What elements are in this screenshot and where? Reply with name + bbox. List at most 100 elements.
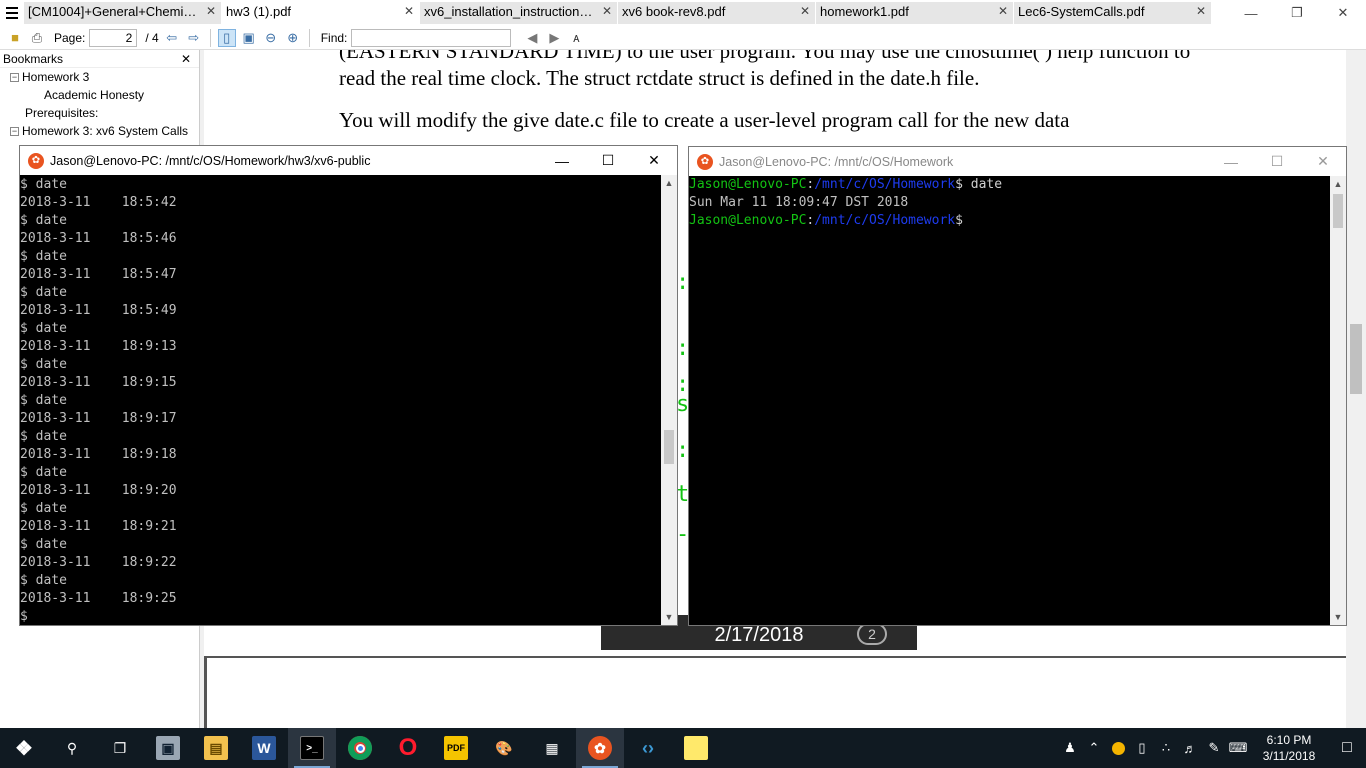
minimize-button[interactable]: — bbox=[1228, 0, 1274, 26]
tab-xv6-installation[interactable]: xv6_installation_instructions (... ✕ bbox=[420, 2, 617, 24]
app-sticky-notes[interactable] bbox=[672, 728, 720, 768]
fit-width-icon[interactable]: ▣ bbox=[240, 29, 258, 47]
bookmark-xv6-system-calls[interactable]: − Homework 3: xv6 System Calls bbox=[0, 122, 199, 140]
maximize-button[interactable]: ☐ bbox=[585, 146, 631, 175]
tab-lec6-systemcalls[interactable]: Lec6-SystemCalls.pdf ✕ bbox=[1014, 2, 1211, 24]
scroll-up-icon[interactable]: ▲ bbox=[661, 175, 677, 191]
close-button[interactable]: ✕ bbox=[1300, 147, 1346, 176]
tab-homework1[interactable]: homework1.pdf ✕ bbox=[816, 2, 1013, 24]
page-border bbox=[204, 656, 1346, 658]
doc-paragraph: You will modify the give date.c file to … bbox=[339, 108, 1070, 132]
maximize-button[interactable]: ☐ bbox=[1254, 147, 1300, 176]
windows-icon: ❖ bbox=[15, 737, 33, 760]
close-icon[interactable]: ✕ bbox=[181, 52, 191, 66]
prev-page-icon[interactable]: ⇦ bbox=[163, 29, 181, 47]
task-view-button[interactable]: ❐ bbox=[96, 728, 144, 768]
terminal-output[interactable]: $ date 2018-3-11 18:5:42 $ date 2018-3-11 1… bbox=[20, 176, 661, 625]
app-photos[interactable]: ▣ bbox=[144, 728, 192, 768]
scrollbar-thumb[interactable] bbox=[664, 430, 674, 464]
zoom-out-icon[interactable]: ⊖ bbox=[262, 29, 280, 47]
next-page-icon[interactable]: ⇨ bbox=[185, 29, 203, 47]
bookmark-prerequisites[interactable]: Prerequisites: bbox=[0, 104, 199, 122]
bookmarks-title: Bookmarks bbox=[3, 51, 64, 66]
terminal-line: $ date bbox=[20, 429, 67, 444]
tab-xv6-book[interactable]: xv6 book-rev8.pdf ✕ bbox=[618, 2, 815, 24]
bookmark-academic-honesty[interactable]: Academic Honesty bbox=[0, 86, 199, 104]
chrome-tray-icon[interactable] bbox=[1106, 728, 1130, 768]
print-icon[interactable]: ⎙ bbox=[28, 29, 46, 47]
title-bar[interactable]: ✿ Jason@Lenovo-PC: /mnt/c/OS/Homework — … bbox=[689, 147, 1346, 176]
document-scrollbar[interactable] bbox=[1346, 50, 1366, 728]
close-icon[interactable]: ✕ bbox=[602, 4, 612, 18]
collapse-icon[interactable]: − bbox=[10, 73, 19, 83]
app-terminal[interactable]: >_ bbox=[288, 728, 336, 768]
minimize-button[interactable]: — bbox=[1208, 147, 1254, 176]
terminal-window-xv6[interactable]: ✿ Jason@Lenovo-PC: /mnt/c/OS/Homework/hw… bbox=[19, 145, 678, 626]
close-icon[interactable]: ✕ bbox=[1196, 4, 1206, 18]
scroll-down-icon[interactable]: ▼ bbox=[661, 609, 677, 625]
title-bar[interactable]: ✿ Jason@Lenovo-PC: /mnt/c/OS/Homework/hw… bbox=[20, 146, 677, 175]
keyboard-icon[interactable]: ⌨ bbox=[1226, 728, 1250, 768]
start-button[interactable]: ❖ bbox=[0, 728, 48, 768]
close-icon[interactable]: ✕ bbox=[206, 4, 216, 18]
tab-hw3-pdf[interactable]: hw3 (1).pdf ✕ bbox=[222, 2, 419, 24]
menu-icon[interactable] bbox=[0, 0, 24, 26]
restore-button[interactable]: ❐ bbox=[1274, 0, 1320, 26]
app-word[interactable]: W bbox=[240, 728, 288, 768]
scroll-down-icon[interactable]: ▼ bbox=[1330, 609, 1346, 625]
chevron-up-icon[interactable]: ⌃ bbox=[1082, 728, 1106, 768]
bookmark-homework-3[interactable]: − Homework 3 bbox=[0, 68, 199, 86]
terminal-output[interactable]: Jason@Lenovo-PC:/mnt/c/OS/Homework$ date… bbox=[689, 176, 1330, 625]
pen-icon[interactable]: ✎ bbox=[1202, 728, 1226, 768]
close-button[interactable]: ✕ bbox=[631, 146, 677, 175]
terminal-line: $ date bbox=[20, 537, 67, 552]
terminal-line: Sun Mar 11 18:09:47 DST 2018 bbox=[689, 195, 909, 210]
terminal-line: $ date bbox=[20, 213, 67, 228]
fit-page-icon[interactable]: ▯ bbox=[217, 28, 236, 47]
battery-icon[interactable]: ▯ bbox=[1130, 728, 1154, 768]
close-button[interactable]: ✕ bbox=[1320, 0, 1366, 26]
app-vscode[interactable]: ‹› bbox=[624, 728, 672, 768]
word-icon: W bbox=[252, 736, 276, 760]
terminal-icon: >_ bbox=[300, 736, 324, 760]
find-prev-icon[interactable]: ◀ bbox=[523, 29, 541, 47]
volume-icon[interactable]: ♬ bbox=[1178, 728, 1202, 768]
search-button[interactable]: ⚲ bbox=[48, 728, 96, 768]
page-number-input[interactable] bbox=[89, 28, 138, 47]
app-opera[interactable]: O bbox=[384, 728, 432, 768]
find-next-icon[interactable]: ▶ bbox=[545, 29, 563, 47]
terminal-line: 2018-3-11 18:5:46 bbox=[20, 231, 177, 246]
notifications-icon[interactable]: □ bbox=[1328, 728, 1366, 768]
open-icon[interactable]: ■ bbox=[6, 29, 24, 47]
people-icon[interactable]: ♟ bbox=[1058, 728, 1082, 768]
search-icon: ⚲ bbox=[66, 739, 78, 756]
wifi-icon[interactable]: ∴ bbox=[1154, 728, 1178, 768]
terminal-scrollbar[interactable]: ▲ ▼ bbox=[1330, 176, 1346, 625]
app-chrome[interactable] bbox=[336, 728, 384, 768]
app-ubuntu[interactable]: ✿ bbox=[576, 728, 624, 768]
terminal-scrollbar[interactable]: ▲ ▼ bbox=[661, 175, 677, 625]
clock[interactable]: 6:10 PM 3/11/2018 bbox=[1250, 732, 1328, 764]
terminal-line: $ date bbox=[20, 465, 67, 480]
app-paint[interactable]: 🎨 bbox=[480, 728, 528, 768]
app-file-explorer[interactable]: ▤ bbox=[192, 728, 240, 768]
match-case-icon[interactable]: ᴀ bbox=[567, 29, 585, 47]
window-controls: — ☐ ✕ bbox=[539, 146, 677, 175]
zoom-in-icon[interactable]: ⊕ bbox=[284, 29, 302, 47]
collapse-icon[interactable]: − bbox=[10, 127, 19, 137]
terminal-window-homework[interactable]: ✿ Jason@Lenovo-PC: /mnt/c/OS/Homework — … bbox=[688, 146, 1347, 626]
scrollbar-thumb[interactable] bbox=[1333, 194, 1343, 228]
toolbar-divider bbox=[308, 28, 310, 47]
minimize-button[interactable]: — bbox=[539, 146, 585, 175]
find-input[interactable] bbox=[351, 28, 512, 47]
tab-chemistry-pdf[interactable]: [CM1004]+General+Chemistr... ✕ bbox=[24, 2, 221, 24]
close-icon[interactable]: ✕ bbox=[998, 4, 1008, 18]
close-icon[interactable]: ✕ bbox=[800, 4, 810, 18]
app-pdf-xchange[interactable]: PDF bbox=[432, 728, 480, 768]
vscode-icon: ‹› bbox=[642, 737, 654, 758]
app-calculator[interactable]: ▦ bbox=[528, 728, 576, 768]
scrollbar-thumb[interactable] bbox=[1350, 324, 1362, 394]
scroll-up-icon[interactable]: ▲ bbox=[1330, 176, 1346, 192]
close-icon[interactable]: ✕ bbox=[404, 4, 414, 18]
terminal-line: 2018-3-11 18:5:42 bbox=[20, 195, 177, 210]
